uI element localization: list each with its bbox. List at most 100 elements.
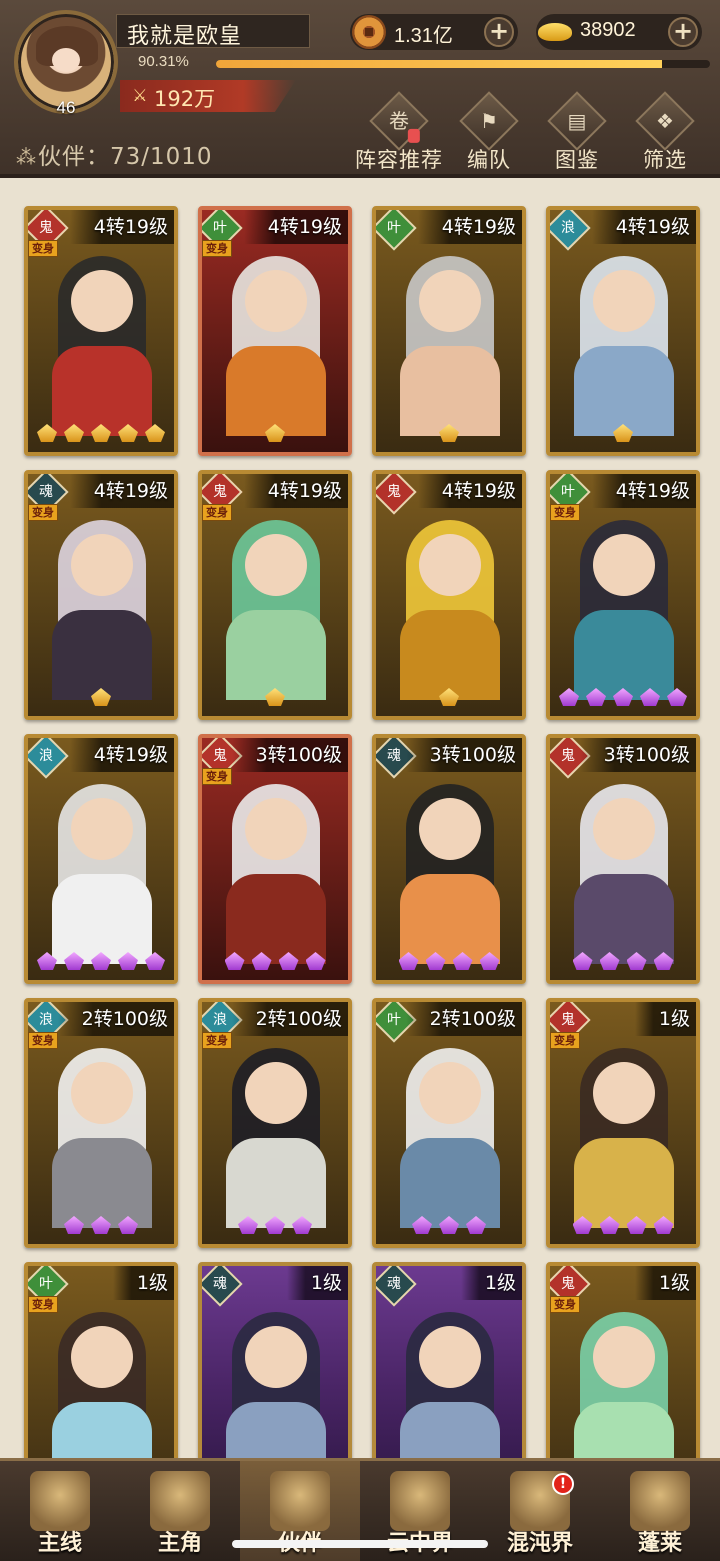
flame-star-icon (89, 948, 113, 972)
flame-star-icon (236, 1212, 260, 1236)
filter-icon: ❖ (656, 109, 674, 133)
star-row (202, 684, 348, 712)
flame-star-icon (584, 684, 608, 708)
partners-icon: ⁂ (16, 145, 37, 169)
partner-level: 4转19级 (417, 474, 522, 508)
flame-star-icon (304, 948, 328, 972)
partner-level: 2转100级 (231, 1002, 348, 1036)
partner-card[interactable]: 魂变身 4转19级 (24, 470, 178, 720)
partner-portrait (386, 250, 512, 436)
partner-level: 2转100级 (405, 1002, 522, 1036)
star-row (376, 1212, 522, 1240)
star-row (28, 684, 174, 712)
nav-label: 混沌界 (506, 1531, 573, 1556)
flame-star-icon (89, 1212, 113, 1236)
nav-item[interactable]: 混沌界! (480, 1461, 600, 1561)
partner-card[interactable]: 鬼变身 1级 (546, 1262, 700, 1458)
partner-card[interactable]: 叶变身 4转19级 (546, 470, 700, 720)
team-button[interactable]: ⚑ 编队 (459, 91, 519, 174)
partner-portrait (38, 778, 164, 964)
partner-portrait (386, 1306, 512, 1458)
partner-level: 1级 (634, 1266, 696, 1300)
lineup-recommend-button[interactable]: 卷 阵容推荐 (350, 91, 448, 174)
partner-level: 1级 (286, 1266, 348, 1300)
star-row (376, 684, 522, 712)
partner-card[interactable]: 叶 4转19级 (372, 206, 526, 456)
flame-star-icon (611, 684, 635, 708)
wave-icon: 浪 (550, 210, 591, 251)
partner-card[interactable]: 鬼变身 3转100级 (198, 734, 352, 984)
flame-star-icon (143, 420, 167, 444)
partner-card[interactable]: 鬼变身 4转19级 (198, 470, 352, 720)
flame-star-icon (437, 420, 461, 444)
flame-star-icon (557, 684, 581, 708)
partner-portrait (38, 250, 164, 436)
flame-star-icon (223, 948, 247, 972)
notification-badge: ! (552, 1473, 574, 1495)
crossed-swords-icon (30, 1471, 90, 1531)
flame-star-icon (478, 948, 502, 972)
partner-card[interactable]: 鬼 4转19级 (372, 470, 526, 720)
flame-star-icon (143, 948, 167, 972)
partner-level: 4转19级 (69, 474, 174, 508)
transform-badge: 变身 (28, 1032, 58, 1049)
flame-star-icon (89, 420, 113, 444)
partner-card[interactable]: 鬼 3转100级 (546, 734, 700, 984)
flame-star-icon (410, 1212, 434, 1236)
nav-item[interactable]: 主角 (120, 1461, 240, 1561)
partner-card[interactable]: 魂 1级 (372, 1262, 526, 1458)
coin-value: 1.31亿 (394, 25, 453, 47)
nav-label: 蓬莱 (637, 1531, 682, 1556)
flame-star-icon (397, 948, 421, 972)
top-header: 46 我就是欧皇 90.31% ⚔ 192万 1.31亿 + 38902 + ⁂… (0, 0, 720, 178)
partner-grid[interactable]: 鬼变身 4转19级叶变身 4转19级叶 4转19级浪 4转19级魂变身 4转19级鬼变身 4… (0, 178, 720, 1458)
add-gold-button[interactable]: + (668, 17, 698, 47)
partner-level: 4转19级 (591, 474, 696, 508)
add-coin-button[interactable]: + (484, 17, 514, 47)
partner-card[interactable]: 叶变身 1级 (24, 1262, 178, 1458)
flame-star-icon (62, 948, 86, 972)
partner-portrait (38, 1042, 164, 1228)
transform-badge: 变身 (202, 768, 232, 785)
partner-card[interactable]: 浪变身 2转100级 (198, 998, 352, 1248)
partner-portrait (38, 1306, 164, 1458)
partner-card[interactable]: 浪 4转19级 (546, 206, 700, 456)
flame-star-icon (263, 684, 287, 708)
partner-count-label: 伙伴： (38, 144, 110, 170)
partner-card[interactable]: 鬼变身 1级 (546, 998, 700, 1248)
partner-level: 4转19级 (243, 474, 348, 508)
partner-level: 3转100级 (405, 738, 522, 772)
combat-power-value: 192万 (154, 87, 216, 111)
transform-badge: 变身 (202, 1032, 232, 1049)
nav-item[interactable]: 蓬莱 (600, 1461, 720, 1561)
crossed-swords-icon: ⚔ (132, 86, 148, 106)
flame-star-icon (62, 420, 86, 444)
transform-badge: 变身 (202, 240, 232, 257)
nav-item[interactable]: 主线 (0, 1461, 120, 1561)
codex-button[interactable]: ▤ 图鉴 (547, 91, 607, 174)
partner-level: 1级 (460, 1266, 522, 1300)
flame-star-icon (424, 948, 448, 972)
coin-icon (352, 15, 386, 49)
partner-card[interactable]: 魂 1级 (198, 1262, 352, 1458)
partner-portrait (560, 250, 686, 436)
partner-card[interactable]: 浪 4转19级 (24, 734, 178, 984)
flame-star-icon (611, 420, 635, 444)
partner-card[interactable]: 浪变身 2转100级 (24, 998, 178, 1248)
partner-level: 4转19级 (69, 738, 174, 772)
partner-card[interactable]: 魂 3转100级 (372, 734, 526, 984)
partner-portrait (38, 514, 164, 700)
star-row (376, 420, 522, 448)
pagoda-icon (390, 1471, 450, 1531)
scroll-icon: 卷 (389, 109, 409, 133)
flame-star-icon (571, 1212, 595, 1236)
flame-star-icon (277, 948, 301, 972)
star-row (202, 1212, 348, 1240)
partner-level: 3转100级 (231, 738, 348, 772)
partner-card[interactable]: 叶 2转100级 (372, 998, 526, 1248)
partner-card[interactable]: 鬼变身 4转19级 (24, 206, 178, 456)
partner-card[interactable]: 叶变身 4转19级 (198, 206, 352, 456)
filter-button[interactable]: ❖ 筛选 (635, 91, 695, 174)
demon-mask-icon: 鬼 (376, 474, 417, 515)
partner-level: 4转19级 (591, 210, 696, 244)
